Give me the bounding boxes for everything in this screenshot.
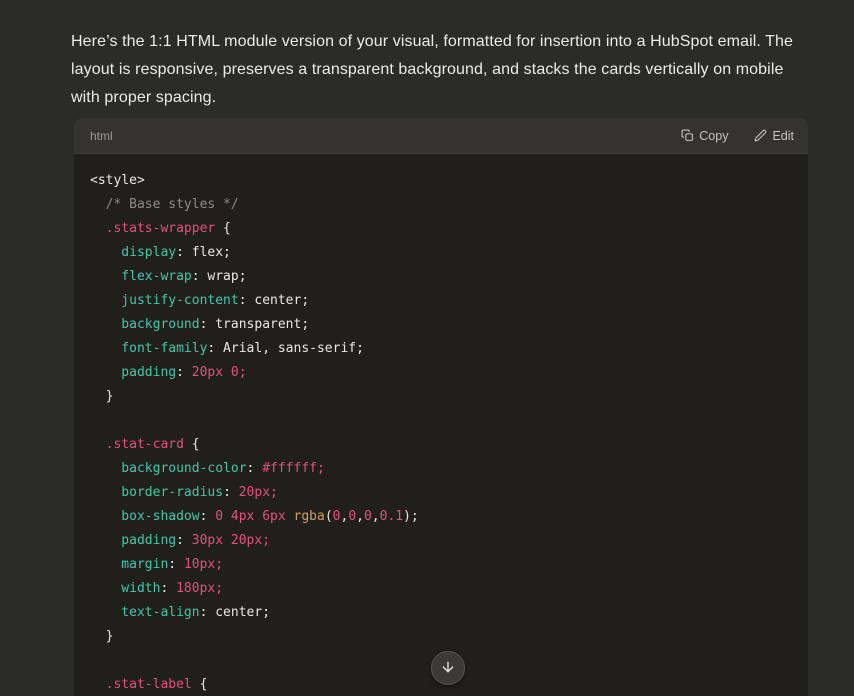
copy-button[interactable]: Copy — [681, 129, 728, 143]
code-content: <style> /* Base styles */ .stats-wrapper… — [74, 154, 808, 696]
assistant-message-text: Here’s the 1:1 HTML module version of yo… — [71, 28, 809, 112]
copy-button-label: Copy — [699, 129, 728, 143]
edit-button[interactable]: Edit — [754, 129, 794, 143]
code-line: } — [90, 385, 792, 409]
code-language-label: html — [90, 129, 113, 143]
code-line: } — [90, 625, 792, 649]
code-block: html Copy — [74, 118, 808, 696]
code-line: background: transparent; — [90, 313, 792, 337]
code-line — [90, 409, 792, 433]
code-line: text-align: center; — [90, 601, 792, 625]
code-line: border-radius: 20px; — [90, 481, 792, 505]
code-block-header: html Copy — [74, 118, 808, 154]
code-line: /* Base styles */ — [90, 193, 792, 217]
code-line: <style> — [90, 169, 792, 193]
code-line: .stats-wrapper { — [90, 217, 792, 241]
edit-icon — [754, 129, 767, 142]
edit-button-label: Edit — [772, 129, 794, 143]
scroll-to-bottom-button[interactable] — [431, 651, 465, 685]
code-line: flex-wrap: wrap; — [90, 265, 792, 289]
code-line: margin: 10px; — [90, 553, 792, 577]
code-line: justify-content: center; — [90, 289, 792, 313]
code-line: box-shadow: 0 4px 6px rgba(0,0,0,0.1); — [90, 505, 792, 529]
code-line: display: flex; — [90, 241, 792, 265]
code-line: background-color: #ffffff; — [90, 457, 792, 481]
code-line: padding: 20px 0; — [90, 361, 792, 385]
copy-icon — [681, 129, 694, 142]
arrow-down-icon — [440, 659, 456, 678]
code-line: width: 180px; — [90, 577, 792, 601]
code-line: padding: 30px 20px; — [90, 529, 792, 553]
code-line: font-family: Arial, sans-serif; — [90, 337, 792, 361]
code-line: .stat-card { — [90, 433, 792, 457]
chat-area: Here’s the 1:1 HTML module version of yo… — [0, 0, 854, 696]
code-block-actions: Copy Edit — [681, 129, 794, 143]
